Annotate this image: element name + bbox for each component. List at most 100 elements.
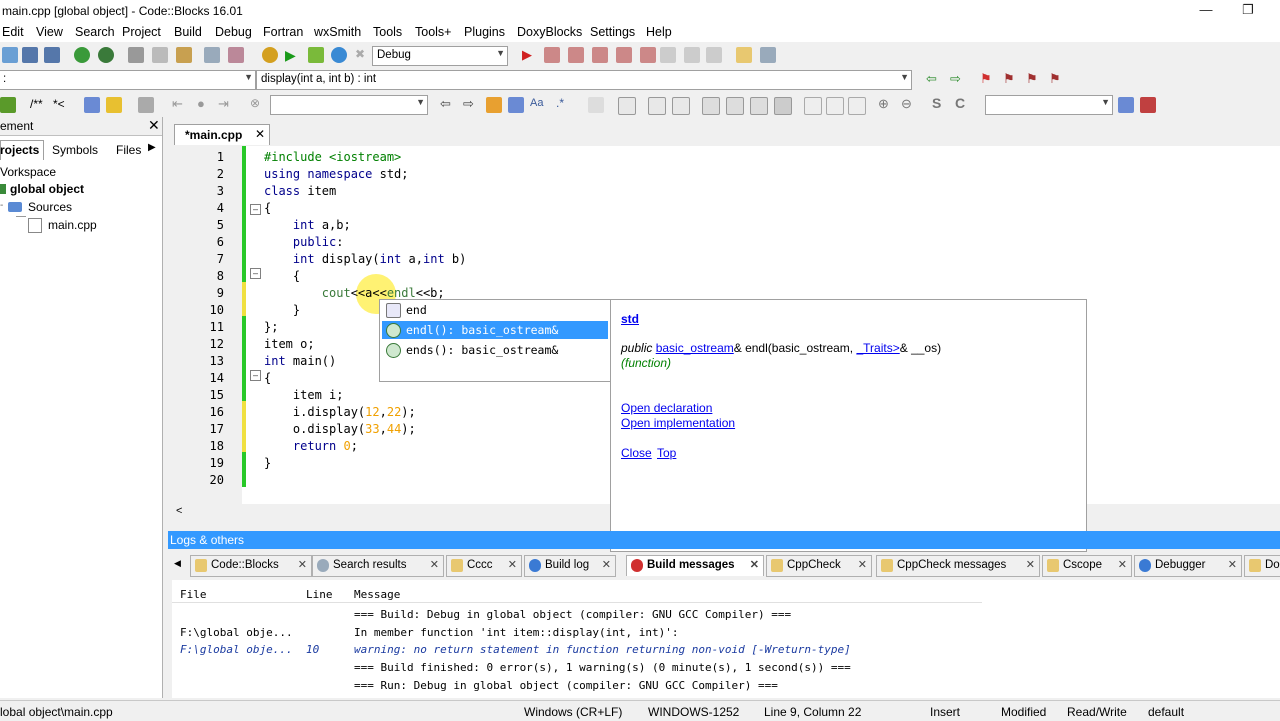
minimize-button[interactable]: — [1196,2,1216,20]
paste-icon[interactable] [176,47,192,63]
type-link[interactable]: basic_ostream [656,341,734,355]
tab-build-messages[interactable]: Build messages ✕ [626,555,764,576]
shape6-icon[interactable] [826,97,844,115]
menu-project[interactable]: Project [122,25,161,39]
dot-icon[interactable]: ● [197,96,205,111]
tab-codeblocks[interactable]: Code::Blocks ✕ [190,555,312,577]
table-row[interactable]: === Build finished: 0 error(s), 1 warnin… [172,661,1072,678]
traits-link[interactable]: _Traits> [856,341,899,355]
pointer-icon[interactable] [588,97,604,113]
menu-tools[interactable]: Tools [373,25,402,39]
scroll-left-icon[interactable]: ◀ [174,558,181,569]
autocomplete-item[interactable]: end [382,301,608,319]
settings-icon[interactable] [1140,97,1156,113]
shape2-icon[interactable] [726,97,744,115]
tab-search-results[interactable]: Search results ✕ [312,555,444,577]
run-icon[interactable]: ▶ [285,47,296,64]
bookmark-toggle-icon[interactable]: ⚑ [980,71,992,87]
scope-select[interactable]: : ▼ [0,70,256,90]
debug-start-icon[interactable]: ▶ [522,47,532,63]
autocomplete-list[interactable]: end endl(): basic_ostream& ends(): basic… [379,299,612,382]
shape5-icon[interactable] [804,97,822,115]
menu-plugins[interactable]: Plugins [464,25,505,39]
next-line-icon[interactable] [568,47,584,63]
undo-icon[interactable] [74,47,90,63]
close-icon[interactable]: ✕ [1026,558,1035,571]
table-row[interactable]: === Build: Debug in global object (compi… [172,608,1072,625]
tab-main-cpp[interactable]: *main.cpp ✕ [174,124,270,145]
search-icon[interactable] [1118,97,1134,113]
zoom-in-icon[interactable]: ⊕ [878,96,889,112]
stop-debug-icon[interactable] [706,47,722,63]
menu-build[interactable]: Build [174,25,202,39]
menu-doxyblocks[interactable]: DoxyBlocks [517,25,582,39]
tree-file[interactable]: main.cpp [48,218,97,232]
bookmark-clear-icon[interactable]: ⚑ [1049,71,1061,87]
fold-toggle[interactable]: – [250,370,261,381]
symbol-combo[interactable]: ▼ [985,95,1113,115]
clear-icon[interactable]: ⊗ [250,96,260,110]
menu-fortran[interactable]: Fortran [263,25,303,39]
jump-forward-icon[interactable]: ⇨ [950,71,961,87]
step-into-icon[interactable] [592,47,608,63]
step-out-icon[interactable] [616,47,632,63]
doxy-run-icon[interactable] [0,97,16,113]
column-header-file[interactable]: File [180,588,207,601]
tab-cscope[interactable]: Cscope ✕ [1042,555,1132,577]
save-icon[interactable] [22,47,38,63]
autocomplete-item-selected[interactable]: endl(): basic_ostream& [382,321,608,339]
close-icon[interactable]: ✕ [858,558,867,571]
find-prev-icon[interactable]: ⇦ [440,96,451,112]
restore-button[interactable]: ❐ [1238,2,1258,20]
cut-icon[interactable] [128,47,144,63]
shape3-icon[interactable] [750,97,768,115]
help-icon[interactable] [106,97,122,113]
highlight-icon[interactable] [486,97,502,113]
next-icon[interactable]: ⇥ [218,96,229,112]
close-icon[interactable]: ✕ [298,558,307,571]
prev-icon[interactable]: ⇤ [172,96,183,112]
tab-debugger[interactable]: Debugger ✕ [1134,555,1242,577]
autocomplete-item[interactable]: ends(): basic_ostream& [382,341,608,359]
shape4-icon[interactable] [774,97,792,115]
menu-search[interactable]: Search [75,25,115,39]
scroll-left-icon[interactable]: < [176,505,182,517]
c-icon[interactable]: C [955,95,965,111]
pause-icon[interactable] [684,47,700,63]
menu-settings[interactable]: Settings [590,25,635,39]
fold-toggle[interactable]: – [250,268,261,279]
image-icon[interactable] [672,97,690,115]
next-instruction-icon[interactable] [640,47,656,63]
save-all-icon[interactable] [44,47,60,63]
line-comment-button[interactable]: *< [53,97,65,111]
find-next-icon[interactable]: ⇨ [463,96,474,112]
menu-help[interactable]: Help [646,25,672,39]
open-implementation-link[interactable]: Open implementation [621,416,735,430]
step-instruction-icon[interactable] [660,47,676,63]
search-combo[interactable]: ▼ [270,95,428,115]
build-run-icon[interactable] [308,47,324,63]
debug-windows-icon[interactable] [736,47,752,63]
tab-cccc[interactable]: Cccc ✕ [446,555,522,577]
tab-doxyblocks[interactable]: Do [1244,555,1280,577]
fold-toggle[interactable]: – [250,204,261,215]
tab-build-log[interactable]: Build log ✕ [524,555,616,577]
column-header-line[interactable]: Line [306,588,333,601]
bookmark-prev-icon[interactable]: ⚑ [1003,71,1015,87]
tab-files[interactable]: Files [116,143,141,157]
copy-icon[interactable] [152,47,168,63]
tree-folder[interactable]: Sources [28,200,72,214]
bookmark-next-icon[interactable]: ⚑ [1026,71,1038,87]
close-icon[interactable]: ✕ [255,127,265,141]
redo-icon[interactable] [98,47,114,63]
function-select[interactable]: display(int a, int b) : int ▼ [256,70,912,90]
table-row[interactable]: === Run: Debug in global object (compile… [172,679,1072,696]
mail-icon[interactable] [648,97,666,115]
menu-wxsmith[interactable]: wxSmith [314,25,361,39]
close-icon[interactable]: ✕ [508,558,517,571]
close-icon[interactable]: ✕ [602,558,611,571]
column-header-message[interactable]: Message [354,588,400,601]
shape7-icon[interactable] [848,97,866,115]
new-file-icon[interactable] [2,47,18,63]
build-target-select[interactable]: Debug ▼ [372,46,508,66]
